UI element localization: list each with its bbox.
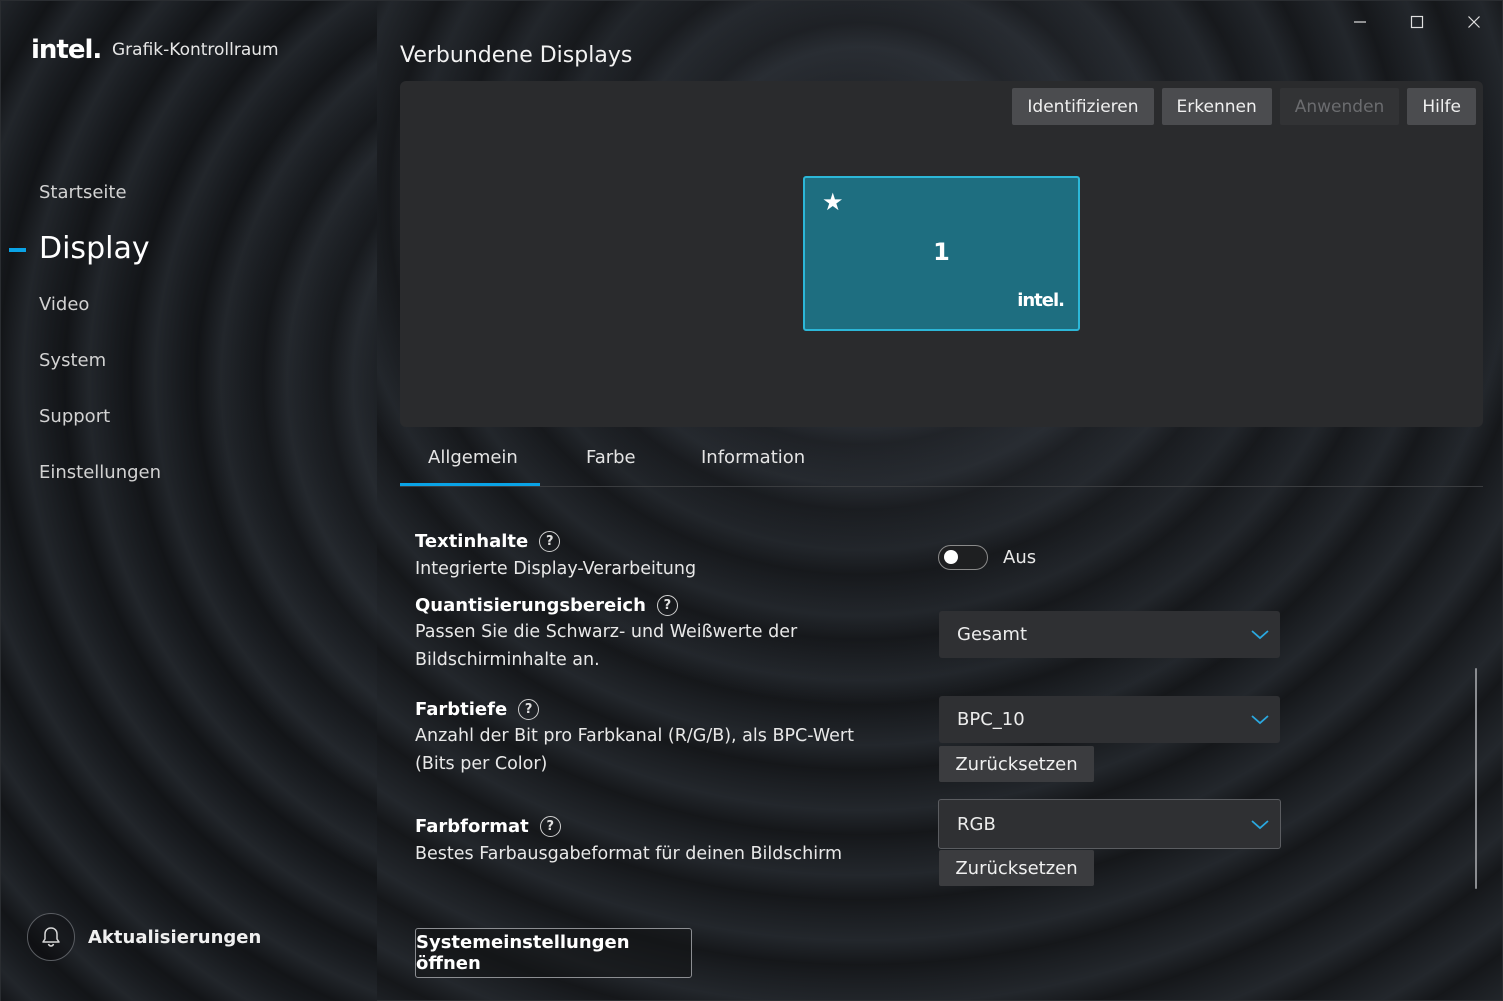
setting-color-format-title: Farbformat ? <box>415 816 561 837</box>
setting-color-format-description: Bestes Farbausgabeformat für deinen Bild… <box>415 844 842 864</box>
app-window: intel. Grafik-Kontrollraum Startseite Di… <box>0 0 1503 1001</box>
setting-color-depth-description: Anzahl der Bit pro Farbkanal (R/G/B), al… <box>415 722 855 778</box>
sidebar-item-einstellungen[interactable]: Einstellungen <box>39 462 161 483</box>
setting-quantization-description: Passen Sie die Schwarz- und Weißwerte de… <box>415 618 855 674</box>
primary-star-icon: ★ <box>822 188 844 216</box>
quantization-dropdown[interactable]: Gesamt <box>939 611 1280 658</box>
chevron-down-icon <box>1250 709 1270 734</box>
connected-displays-panel: Identifizieren Erkennen Anwenden Hilfe ★… <box>400 81 1483 427</box>
sidebar-item-system[interactable]: System <box>39 350 106 371</box>
apply-button[interactable]: Anwenden <box>1279 88 1400 125</box>
maximize-icon[interactable] <box>1403 9 1431 35</box>
sidebar-item-support[interactable]: Support <box>39 406 110 427</box>
setting-quantization-title: Quantisierungsbereich ? <box>415 595 678 616</box>
display-number: 1 <box>933 238 950 266</box>
color-format-dropdown[interactable]: RGB <box>938 799 1281 849</box>
updates-label: Aktualisierungen <box>88 926 262 948</box>
help-icon[interactable]: ? <box>539 816 561 837</box>
close-icon[interactable] <box>1460 9 1488 35</box>
updates-button[interactable]: Aktualisierungen <box>27 913 261 961</box>
open-system-settings-button[interactable]: Systemeinstellungen öffnen <box>415 928 692 978</box>
intel-logo: intel. <box>31 35 102 65</box>
toggle-state-label: Aus <box>1003 547 1037 568</box>
description-line: Bildschirminhalte an. <box>415 650 600 670</box>
color-format-reset-button[interactable]: Zurücksetzen <box>939 850 1094 886</box>
help-icon[interactable]: ? <box>518 699 540 720</box>
chevron-down-icon <box>1250 624 1270 649</box>
dropdown-value: RGB <box>957 813 996 835</box>
brand: intel. Grafik-Kontrollraum <box>31 35 279 65</box>
detect-button[interactable]: Erkennen <box>1161 88 1272 125</box>
sidebar-item-video[interactable]: Video <box>39 294 89 315</box>
tab-farbe[interactable]: Farbe <box>586 447 636 468</box>
chevron-down-icon <box>1250 814 1270 839</box>
active-nav-indicator <box>9 248 26 252</box>
setting-label: Farbformat <box>415 816 529 837</box>
color-depth-dropdown[interactable]: BPC_10 <box>939 696 1280 743</box>
description-line: Passen Sie die Schwarz- und Weißwerte de… <box>415 622 798 642</box>
dropdown-value: BPC_10 <box>957 709 1025 730</box>
page-title: Verbundene Displays <box>400 43 633 68</box>
dropdown-value: Gesamt <box>957 624 1028 645</box>
scrollbar[interactable] <box>1475 668 1477 889</box>
setting-color-depth-title: Farbtiefe ? <box>415 699 540 720</box>
text-content-toggle[interactable] <box>938 545 988 570</box>
display-toolbar: Identifizieren Erkennen Anwenden Hilfe <box>1012 88 1476 125</box>
identify-button[interactable]: Identifizieren <box>1012 88 1154 125</box>
settings-tabs: Allgemein Farbe Information <box>400 441 1483 487</box>
intel-logo-small: intel. <box>1017 290 1065 311</box>
setting-text-content-description: Integrierte Display-Verarbeitung <box>415 559 697 579</box>
minimize-icon[interactable] <box>1346 9 1374 35</box>
app-title: Grafik-Kontrollraum <box>112 40 279 60</box>
setting-label: Farbtiefe <box>415 699 508 720</box>
help-icon[interactable]: ? <box>656 595 678 616</box>
help-icon[interactable]: ? <box>539 531 561 552</box>
description-line: (Bits per Color) <box>415 754 548 774</box>
color-depth-reset-button[interactable]: Zurücksetzen <box>939 746 1094 782</box>
display-1-tile[interactable]: ★ 1 intel. <box>803 176 1080 331</box>
help-button[interactable]: Hilfe <box>1407 88 1476 125</box>
description-line: Anzahl der Bit pro Farbkanal (R/G/B), al… <box>415 726 854 746</box>
tab-allgemein[interactable]: Allgemein <box>428 447 518 468</box>
setting-text-content-title: Textinhalte ? <box>415 531 561 552</box>
sidebar: intel. Grafik-Kontrollraum Startseite Di… <box>1 1 377 1001</box>
tab-information[interactable]: Information <box>701 447 805 468</box>
active-tab-underline <box>400 483 540 486</box>
sidebar-item-display[interactable]: Display <box>39 231 150 266</box>
setting-label: Quantisierungsbereich <box>415 595 646 616</box>
toggle-knob <box>944 550 958 564</box>
bell-icon <box>27 913 75 961</box>
sidebar-item-startseite[interactable]: Startseite <box>39 182 127 203</box>
setting-label: Textinhalte <box>415 531 529 552</box>
